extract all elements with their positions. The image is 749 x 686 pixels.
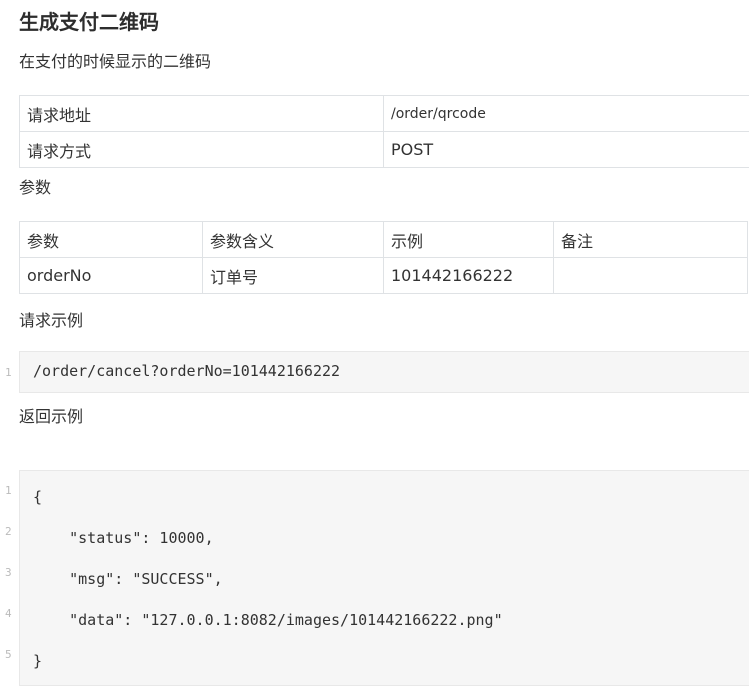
code-line: { [33, 488, 43, 506]
column-header: 示例 [383, 221, 554, 258]
table-header-row: 参数 参数含义 示例 备注 [19, 221, 748, 258]
line-number: 2 [5, 525, 12, 538]
code-line: "data": "127.0.0.1:8082/images/101442166… [33, 611, 503, 629]
line-number: 5 [5, 648, 12, 661]
request-method-label: 请求方式 [19, 131, 384, 168]
table-cell: 101442166222 [383, 257, 554, 294]
table-row: 请求地址 /order/qrcode [19, 95, 749, 132]
table-row: orderNo 订单号 101442166222 [19, 257, 748, 294]
code-line: } [33, 652, 43, 670]
request-info-table: 请求地址 /order/qrcode 请求方式 POST [19, 95, 749, 168]
code-line: "msg": "SUCCESS", [33, 570, 223, 588]
line-number: 1 [5, 484, 12, 497]
table-cell [553, 257, 748, 294]
params-heading: 参数 [19, 178, 52, 197]
page-title: 生成支付二维码 [19, 10, 159, 34]
line-number: 1 [5, 366, 12, 379]
table-cell: orderNo [19, 257, 203, 294]
line-number: 4 [5, 607, 12, 620]
table-row: 请求方式 POST [19, 131, 749, 168]
request-example-heading: 请求示例 [19, 311, 84, 330]
column-header: 参数含义 [202, 221, 384, 258]
line-number: 3 [5, 566, 12, 579]
request-url-label: 请求地址 [19, 95, 384, 132]
page-description: 在支付的时候显示的二维码 [19, 52, 212, 71]
column-header: 备注 [553, 221, 748, 258]
code-line: "status": 10000, [33, 529, 214, 547]
code-line: /order/cancel?orderNo=101442166222 [33, 362, 341, 380]
request-url-value: /order/qrcode [383, 95, 749, 132]
table-cell: 订单号 [202, 257, 384, 294]
response-example-heading: 返回示例 [19, 407, 84, 426]
params-table: 参数 参数含义 示例 备注 orderNo 订单号 101442166222 [19, 221, 748, 294]
column-header: 参数 [19, 221, 203, 258]
request-method-value: POST [383, 131, 749, 168]
